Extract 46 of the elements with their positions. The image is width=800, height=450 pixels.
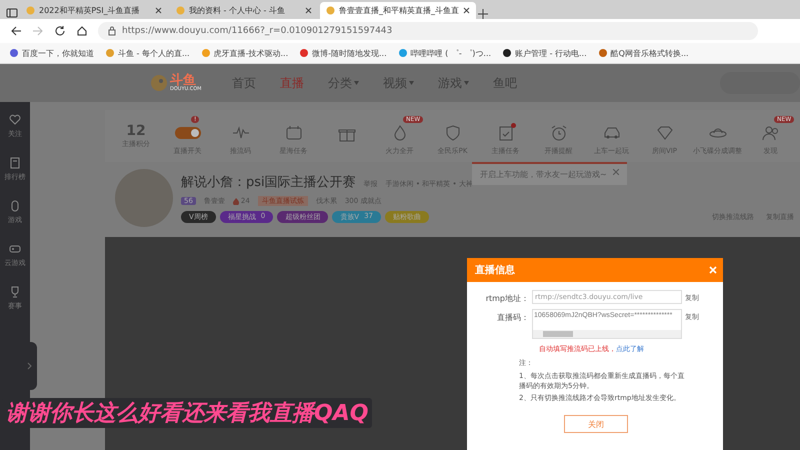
scrollbar[interactable]: [533, 330, 681, 338]
bookmark[interactable]: 账户管理 - 行动电...: [503, 48, 587, 58]
people-icon: [762, 124, 780, 142]
close-icon[interactable]: [155, 7, 162, 14]
logo-text: 斗鱼: [170, 74, 196, 87]
back-icon[interactable]: [10, 25, 22, 37]
field-label: 直播码：: [496, 312, 529, 323]
chevron-icon: [27, 362, 32, 370]
bookmark-icon: [9, 157, 21, 169]
reload-icon[interactable]: [54, 25, 66, 37]
ad-icon: [284, 124, 302, 142]
caption-text: 谢谢你长这么好看还来看我直播QAQ: [6, 401, 368, 426]
window-icon[interactable]: [6, 7, 18, 19]
caret-icon: [354, 81, 359, 85]
caret-icon: [464, 81, 469, 85]
close-button[interactable]: 关闭: [564, 415, 628, 434]
bookmark[interactable]: 百度一下，你就知道: [10, 48, 94, 58]
bookmark[interactable]: 斗鱼 - 每个人的直...: [106, 48, 190, 58]
bookmark[interactable]: 虎牙直播-技术驱动...: [202, 48, 288, 58]
home-icon[interactable]: [76, 25, 88, 37]
heart-icon: [9, 114, 21, 126]
trophy-icon: [9, 286, 21, 298]
browser-tab[interactable]: 我的资料 - 个人中心 - 斗鱼: [170, 2, 318, 19]
dialog-title: 直播信息: [475, 264, 515, 277]
field-label: rtmp地址：: [484, 293, 529, 304]
browser-tab[interactable]: 2022和平精英PSI_斗鱼直播: [20, 2, 168, 19]
clipboard-icon: [496, 124, 514, 142]
alarm-clock-icon: [550, 124, 568, 142]
bookmark[interactable]: 哔哩哔哩 ( ゜- ゜)つ...: [398, 48, 492, 58]
browser-tab[interactable]: 鲁壹壹直播_和平精英直播_斗鱼直: [320, 2, 476, 19]
mouse-icon: [9, 200, 21, 212]
diamond-icon: [656, 124, 674, 142]
bookmark[interactable]: 酷Q网音乐格式转换...: [598, 48, 689, 58]
bookmark[interactable]: 微博-随时随地发现...: [300, 48, 387, 58]
score-value: 12: [126, 123, 146, 139]
toggle-switch[interactable]: [174, 127, 200, 139]
stream-title: 解说小詹：psi国际主播公开赛: [181, 174, 356, 191]
url-text: https://www.douyu.com/11666?_r=0.010901279151597443: [122, 26, 392, 36]
close-icon[interactable]: [463, 7, 470, 14]
shield-icon: [444, 124, 462, 142]
caret-icon: [409, 81, 414, 85]
close-icon[interactable]: [305, 7, 312, 14]
address-bar[interactable]: https://www.douyu.com/11666?_r=0.010901279151597443: [98, 22, 758, 40]
plus-icon[interactable]: [478, 9, 488, 19]
lock-icon: [108, 26, 116, 36]
gamepad-icon: [9, 243, 21, 255]
